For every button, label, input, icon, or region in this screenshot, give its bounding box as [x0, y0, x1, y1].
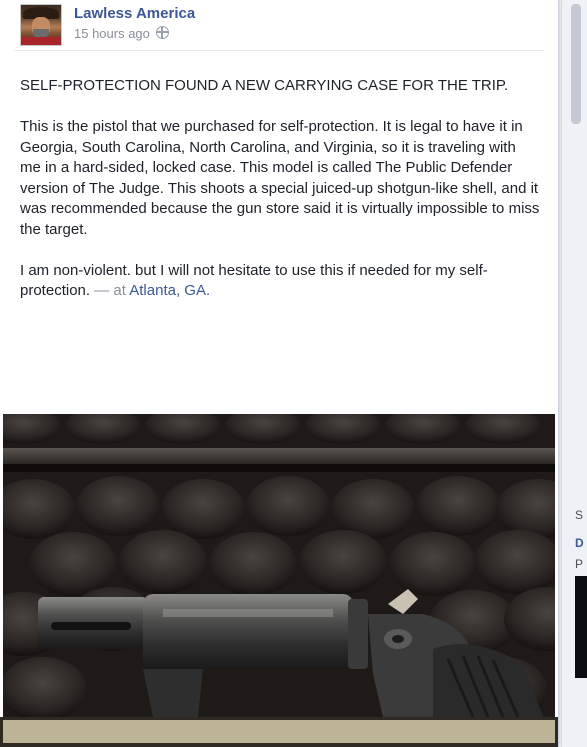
author-name[interactable]: Lawless America	[74, 5, 195, 22]
photo-caption-bar	[0, 717, 558, 747]
location-link[interactable]: Atlanta, GA.	[129, 282, 210, 299]
sidebar-fragment-link[interactable]: D	[575, 536, 584, 550]
post-timestamp[interactable]: 15 hours ago	[74, 26, 150, 41]
post-paragraph: SELF-PROTECTION FOUND A NEW CARRYING CAS…	[20, 77, 509, 94]
post-closing-paragraph: I am non-violent. but I will not hesitat…	[20, 261, 540, 302]
author-avatar[interactable]	[20, 4, 62, 46]
sidebar-fragment: P	[575, 557, 584, 571]
scrollbar-thumb[interactable]	[571, 4, 581, 124]
post-card: Lawless America 15 hours ago SELF-PROTEC…	[0, 0, 559, 747]
globe-icon[interactable]	[155, 26, 169, 39]
post-paragraph: This is the pistol that we purchased for…	[20, 118, 540, 238]
post-meta: 15 hours ago	[74, 26, 169, 41]
sidebar-fragment: S	[575, 508, 584, 522]
location-prefix: — at	[94, 282, 126, 299]
post-photo[interactable]	[3, 414, 555, 717]
post-body: SELF-PROTECTION FOUND A NEW CARRYING CAS…	[20, 76, 540, 322]
post-closing-text: I am non-violent. but I will not hesitat…	[20, 261, 488, 300]
sidebar-image-fragment[interactable]	[575, 576, 587, 678]
header-divider	[14, 50, 544, 51]
